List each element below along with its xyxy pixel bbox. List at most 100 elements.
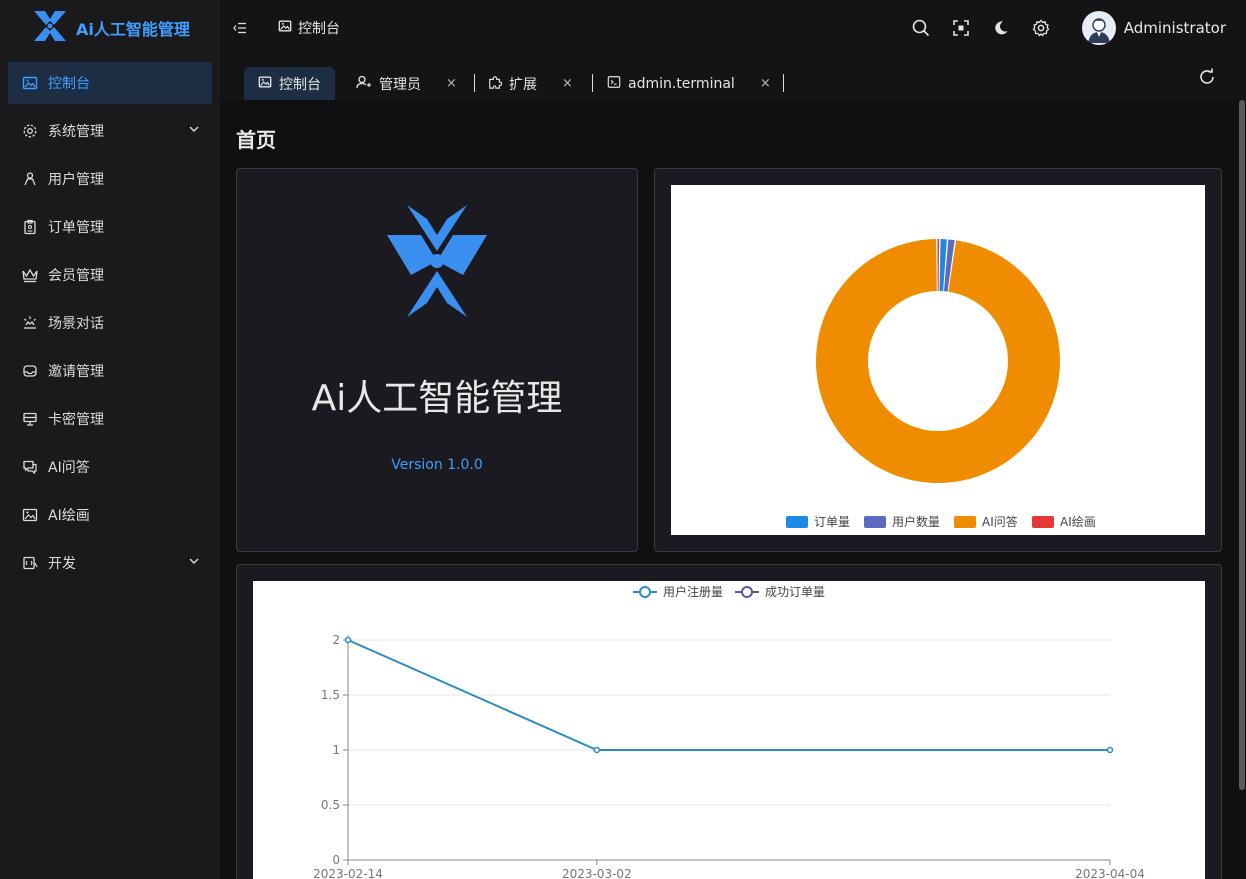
sidebar-item-label: 系统管理: [48, 124, 104, 140]
main-content: 首页 Ai人工智能管理 Version 1.0.0 订单量 用户数量 AI问答 AI绘…: [220, 100, 1246, 879]
data-point[interactable]: [593, 746, 601, 754]
search-icon[interactable]: [912, 19, 930, 37]
fullscreen-icon[interactable]: [952, 19, 970, 37]
image-icon: [258, 75, 272, 93]
legend-label[interactable]: 成功订单量: [765, 585, 825, 599]
sidebar-item-ai-qa[interactable]: AI问答: [8, 446, 212, 488]
sidebar-item-dashboard[interactable]: 控制台: [8, 62, 212, 104]
data-point[interactable]: [344, 636, 352, 644]
user-menu[interactable]: Administrator: [1081, 11, 1226, 45]
close-icon[interactable]: ×: [760, 76, 771, 91]
donut-chart: 订单量 用户数量 AI问答 AI绘画: [786, 239, 1096, 529]
legend-swatch: [954, 516, 976, 528]
y-tick-label: 1.5: [321, 688, 340, 702]
app-title: Ai人工智能管理: [76, 20, 190, 39]
tab-label: admin.terminal: [628, 75, 735, 92]
terminal-icon: [607, 75, 621, 93]
tab-label: 管理员: [379, 76, 421, 93]
tab-label: 控制台: [279, 76, 321, 93]
y-tick-label: 2: [332, 633, 340, 647]
gear-icon[interactable]: [1032, 19, 1050, 37]
sidebar-item-label: 邀请管理: [48, 364, 104, 380]
brand[interactable]: Ai人工智能管理: [0, 0, 220, 56]
legend-label[interactable]: 订单量: [814, 515, 850, 529]
legend-marker: [639, 586, 651, 598]
legend-marker: [741, 586, 753, 598]
pie-slice[interactable]: [937, 239, 940, 292]
y-tick-label: 0: [332, 853, 340, 867]
sidebar-item-cards[interactable]: 卡密管理: [8, 398, 212, 440]
chevron-down-icon: [188, 555, 200, 571]
username: Administrator: [1123, 19, 1226, 37]
user-add-icon: [356, 75, 372, 93]
page-scrollbar[interactable]: [1239, 100, 1245, 790]
clipboard-icon: [20, 217, 40, 237]
sidebar-item-invites[interactable]: 邀请管理: [8, 350, 212, 392]
close-icon[interactable]: ×: [446, 76, 457, 91]
legend-label[interactable]: 用户注册量: [663, 584, 723, 599]
sidebar-item-label: 卡密管理: [48, 412, 104, 428]
close-icon[interactable]: ×: [562, 76, 573, 91]
sidebar-item-users[interactable]: 用户管理: [8, 158, 212, 200]
data-point[interactable]: [1106, 746, 1114, 754]
sidebar-item-scenes[interactable]: 场景对话: [8, 302, 212, 344]
breadcrumb[interactable]: 控制台: [278, 18, 340, 38]
dev-icon: [20, 553, 40, 573]
sidebar-item-label: 订单管理: [48, 220, 104, 236]
scene-icon: [20, 313, 40, 333]
sidebar-item-members[interactable]: 会员管理: [8, 254, 212, 296]
tab-dashboard[interactable]: 控制台: [244, 67, 335, 100]
legend-label[interactable]: AI问答: [982, 514, 1018, 529]
brand-title: Ai人工智能管理: [311, 378, 563, 419]
sidebar-item-dev[interactable]: 开发: [8, 542, 212, 584]
sidebar-item-ai-draw[interactable]: AI绘画: [8, 494, 212, 536]
tab-divider: [783, 74, 784, 92]
sidebar-item-label: 开发: [48, 556, 76, 572]
app-logo-icon: [381, 205, 493, 321]
inbox-icon: [20, 361, 40, 381]
sidebar-item-label: 场景对话: [48, 316, 104, 332]
sidebar-item-orders[interactable]: 订单管理: [8, 206, 212, 248]
brand-card: Ai人工智能管理 Version 1.0.0: [236, 168, 638, 552]
crown-icon: [20, 265, 40, 285]
pie-chart-area: 订单量 用户数量 AI问答 AI绘画: [671, 185, 1205, 535]
top-header: 控制台 Administrator: [220, 0, 1246, 56]
image-icon: [278, 19, 292, 37]
sidebar-item-label: 用户管理: [48, 172, 104, 188]
sidebar-menu: 控制台 系统管理 用户管理 订单管理 会员管理 场景对话 邀请管理 卡密管理 A…: [0, 62, 220, 584]
tab-extend[interactable]: 扩展 ×: [474, 67, 587, 100]
line-chart: 0 0.5 1 1.5 2 2023-02-14 2023-03-02 2023-04-04 用…: [313, 584, 1145, 879]
avatar: [1081, 11, 1116, 45]
sidebar-item-system[interactable]: 系统管理: [8, 110, 212, 152]
menu-collapse-icon[interactable]: [232, 20, 248, 36]
legend-label[interactable]: AI绘画: [1060, 514, 1096, 529]
tab-label: 扩展: [509, 76, 537, 93]
tab-terminal[interactable]: admin.terminal ×: [593, 67, 785, 100]
x-tick-label: 2023-02-14: [313, 867, 383, 879]
image-icon: [20, 73, 40, 93]
legend-swatch: [1032, 516, 1054, 528]
app-logo-icon: [32, 9, 68, 47]
chat-icon: [20, 457, 40, 477]
version-text: Version 1.0.0: [391, 457, 483, 473]
line-chart-area: 0 0.5 1 1.5 2 2023-02-14 2023-03-02 2023-04-04 用…: [253, 581, 1205, 879]
sidebar: Ai人工智能管理 控制台 系统管理 用户管理 订单管理 会员管理 场景对话 邀请…: [0, 0, 220, 879]
tabs-bar: 控制台 管理员 × 扩展 × admin.terminal ×: [220, 56, 1246, 100]
gear-icon: [20, 121, 40, 141]
legend-swatch: [786, 516, 808, 528]
tab-admin[interactable]: 管理员 ×: [342, 67, 471, 100]
picture-icon: [20, 505, 40, 525]
page-title: 首页: [236, 128, 276, 152]
moon-icon[interactable]: [992, 19, 1010, 37]
x-tick-label: 2023-04-04: [1075, 867, 1145, 879]
puzzle-icon: [488, 75, 503, 93]
y-tick-label: 1: [332, 743, 340, 757]
legend-swatch: [864, 516, 886, 528]
chevron-down-icon: [188, 123, 200, 139]
breadcrumb-label: 控制台: [298, 21, 340, 37]
line-card: 0 0.5 1 1.5 2 2023-02-14 2023-03-02 2023-04-04 用…: [236, 564, 1222, 879]
sidebar-item-label: 控制台: [48, 76, 90, 92]
legend-label[interactable]: 用户数量: [892, 514, 940, 529]
refresh-icon[interactable]: [1198, 68, 1216, 86]
sidebar-item-label: AI绘画: [48, 508, 90, 524]
